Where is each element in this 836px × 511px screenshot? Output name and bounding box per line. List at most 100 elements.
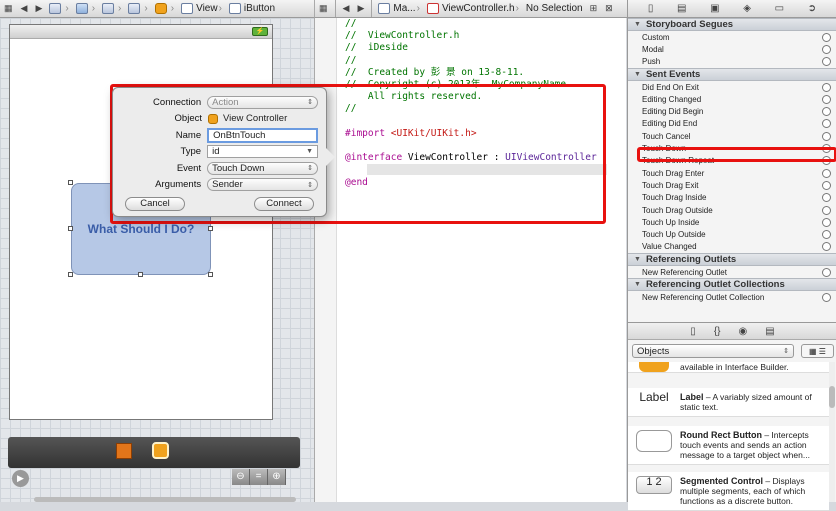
referencing-outlets-header[interactable]: ▼ Referencing Outlets xyxy=(628,253,836,267)
event-select[interactable]: Touch Down ⇕ xyxy=(207,161,318,175)
library-item[interactable]: Round Rect Button – Intercepts touch eve… xyxy=(628,426,829,465)
media-library-icon[interactable]: ▤ xyxy=(765,326,774,337)
sent-event-row[interactable]: Touch Up Inside xyxy=(628,216,836,228)
name-field[interactable]: OnBtnTouch xyxy=(207,127,318,143)
library-item[interactable]: available in Interface Builder. xyxy=(628,362,829,373)
sent-event-row[interactable]: Editing Changed xyxy=(628,93,836,105)
forward-arrow-icon[interactable]: ▶ xyxy=(353,3,368,14)
related-items-icon[interactable]: ▦ xyxy=(0,3,17,14)
connection-circle-icon[interactable] xyxy=(822,180,831,190)
attributes-inspector-icon[interactable]: ◈ xyxy=(743,3,751,14)
sent-event-row[interactable]: Touch Drag Enter xyxy=(628,167,836,179)
connect-button[interactable]: Connect xyxy=(254,196,314,211)
library-item-description: available in Interface Builder. xyxy=(680,362,789,372)
sent-event-row[interactable]: Did End On Exit xyxy=(628,81,836,93)
crumb-mode[interactable]: Ma... › xyxy=(375,0,424,17)
connection-circle-icon[interactable] xyxy=(822,107,831,117)
file-template-library-icon[interactable]: ▯ xyxy=(690,326,696,337)
code-line: // Created by 彭 景 on 13-8-11. xyxy=(345,66,525,78)
crumb-selection[interactable]: No Selection xyxy=(523,0,586,17)
sent-event-row[interactable]: Touch Drag Outside xyxy=(628,204,836,216)
arguments-select[interactable]: Sender ⇕ xyxy=(207,178,318,191)
segue-row[interactable]: Modal xyxy=(628,43,836,55)
size-inspector-icon[interactable]: ▭ xyxy=(775,3,784,14)
quick-help-icon[interactable]: ▤ xyxy=(677,3,686,14)
divider xyxy=(371,0,373,17)
back-arrow-icon[interactable]: ◀ xyxy=(17,3,32,14)
chevron-down-icon[interactable]: ▼ xyxy=(306,148,313,155)
add-editor-icon[interactable]: ⊞ xyxy=(586,3,602,14)
resize-handle[interactable] xyxy=(208,272,213,277)
connection-circle-icon[interactable] xyxy=(822,94,831,104)
resize-handle[interactable] xyxy=(68,180,73,185)
crumb-ibutton[interactable]: iButton xyxy=(226,0,278,17)
connection-circle-icon[interactable] xyxy=(822,32,831,42)
stepper-icon: ⇕ xyxy=(307,99,313,106)
play-icon[interactable]: ▶ xyxy=(12,470,29,487)
outlet-collections-header[interactable]: ▼ Referencing Outlet Collections xyxy=(628,278,836,292)
connection-circle-icon[interactable] xyxy=(822,44,831,54)
crumb-storyboard[interactable]: › xyxy=(99,0,125,17)
back-arrow-icon[interactable]: ◀ xyxy=(339,3,354,14)
sent-event-row[interactable]: Touch Up Outside xyxy=(628,228,836,240)
crumb-folder[interactable]: › xyxy=(73,0,99,17)
library-view-toggle[interactable]: ▦ ☰ xyxy=(801,344,834,358)
connection-circle-icon[interactable] xyxy=(822,57,831,67)
crumb-project[interactable]: › xyxy=(46,0,72,17)
sent-events-header[interactable]: ▼ Sent Events xyxy=(628,67,836,81)
identity-inspector-icon[interactable]: ▣ xyxy=(710,3,719,14)
library-item[interactable]: 1 2 Segmented Control – Displays multiple… xyxy=(628,472,829,511)
resize-handle[interactable] xyxy=(208,226,213,231)
connection-circle-icon[interactable] xyxy=(822,242,831,252)
file-inspector-icon[interactable]: ▯ xyxy=(648,3,654,14)
segue-row[interactable]: Push xyxy=(628,56,836,68)
sent-event-row[interactable]: Touch Drag Exit xyxy=(628,179,836,191)
connections-inspector-icon[interactable]: ➲ xyxy=(808,3,816,14)
library-filter-select[interactable]: Objects ⇕ xyxy=(632,344,794,358)
library-item[interactable]: Label Label – A variably sized amount of … xyxy=(628,388,829,417)
crumb-scene[interactable]: › xyxy=(125,0,151,17)
zoom-out-icon[interactable]: ⊖ xyxy=(232,469,250,485)
outlet-collection-row[interactable]: New Referencing Outlet Collection xyxy=(628,291,836,303)
disclosure-triangle-icon: ▼ xyxy=(634,70,641,78)
object-library-icon[interactable]: ◉ xyxy=(739,326,748,337)
connection-circle-icon[interactable] xyxy=(822,205,831,215)
crumb-file[interactable]: ViewController.h › xyxy=(424,0,523,17)
connection-circle-icon[interactable] xyxy=(822,82,831,92)
cancel-button[interactable]: Cancel xyxy=(125,196,185,211)
related-items-icon[interactable]: ▦ xyxy=(315,3,332,14)
popover-buttons: Cancel Connect xyxy=(121,196,318,211)
storyboard-segues-header[interactable]: ▼ Storyboard Segues xyxy=(628,18,836,31)
sent-event-row[interactable]: Value Changed xyxy=(628,241,836,253)
view-controller-dock-icon[interactable] xyxy=(152,442,169,459)
library-scrollbar[interactable] xyxy=(829,362,835,502)
type-combobox[interactable]: id ▼ xyxy=(207,145,318,158)
connection-circle-icon[interactable] xyxy=(822,131,831,141)
resize-handle[interactable] xyxy=(138,272,143,277)
first-responder-cube-icon[interactable] xyxy=(116,443,132,459)
connection-circle-icon[interactable] xyxy=(822,193,831,203)
resize-handle[interactable] xyxy=(68,226,73,231)
sent-event-row[interactable]: Touch Cancel xyxy=(628,130,836,142)
close-editor-icon[interactable]: ⊠ xyxy=(601,3,617,14)
connection-circle-icon[interactable] xyxy=(822,119,831,129)
connection-circle-icon[interactable] xyxy=(822,230,831,240)
segue-row[interactable]: Custom xyxy=(628,31,836,43)
zoom-in-icon[interactable]: ⊕ xyxy=(268,469,286,485)
connection-circle-icon[interactable] xyxy=(822,292,831,302)
connection-circle-icon[interactable] xyxy=(822,267,831,277)
connection-select[interactable]: Action ⇕ xyxy=(207,95,318,109)
sent-event-row[interactable]: Editing Did Begin xyxy=(628,105,836,117)
outlet-row[interactable]: New Referencing Outlet xyxy=(628,266,836,278)
resize-handle[interactable] xyxy=(68,272,73,277)
horizontal-scrollbar[interactable] xyxy=(34,497,296,502)
zoom-fit-icon[interactable]: = xyxy=(250,469,268,485)
code-snippet-library-icon[interactable]: {} xyxy=(714,326,721,337)
sent-event-row[interactable]: Touch Drag Inside xyxy=(628,192,836,204)
connection-circle-icon[interactable] xyxy=(822,168,831,178)
connection-circle-icon[interactable] xyxy=(822,217,831,227)
sent-event-row[interactable]: Editing Did End xyxy=(628,118,836,130)
crumb-controller[interactable]: › xyxy=(152,0,178,17)
crumb-view[interactable]: View › xyxy=(178,0,226,17)
forward-arrow-icon[interactable]: ▶ xyxy=(31,3,46,14)
